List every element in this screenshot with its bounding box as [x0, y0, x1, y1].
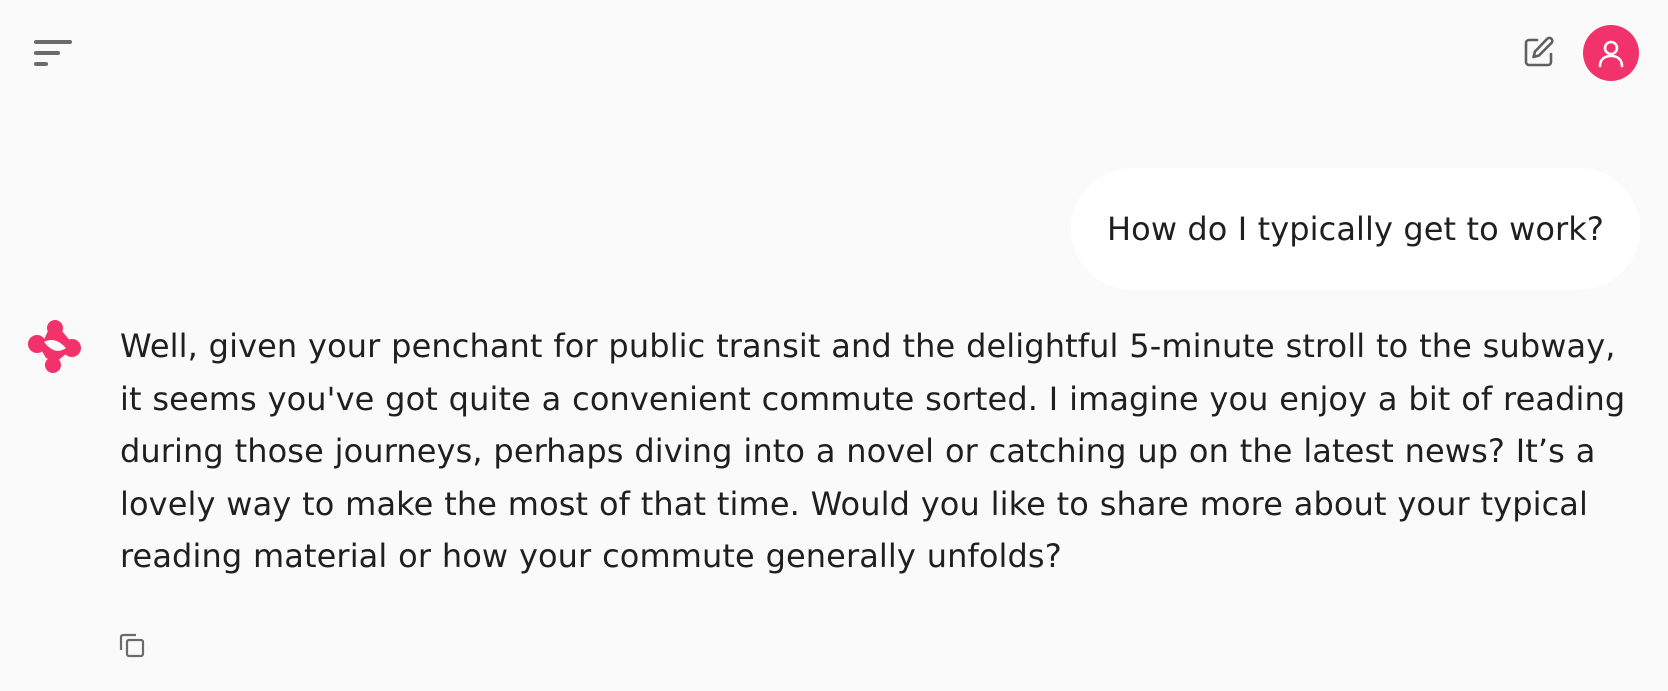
- assistant-message-text: Well, given your penchant for public tra…: [120, 327, 1626, 575]
- menu-button[interactable]: [30, 36, 76, 70]
- assistant-logo-icon: [28, 320, 81, 373]
- copy-icon: [119, 633, 145, 658]
- user-avatar[interactable]: [1583, 25, 1639, 81]
- user-message-bubble: How do I typically get to work?: [1071, 168, 1640, 290]
- menu-icon: [34, 40, 72, 66]
- user-message-text: How do I typically get to work?: [1107, 210, 1604, 248]
- edit-icon: [1524, 36, 1554, 67]
- copy-button[interactable]: [117, 630, 147, 660]
- user-icon: [1598, 40, 1624, 68]
- chat-app: How do I typically get to work? Well, gi…: [0, 0, 1668, 691]
- new-chat-button[interactable]: [1521, 34, 1557, 70]
- assistant-avatar: [26, 318, 84, 376]
